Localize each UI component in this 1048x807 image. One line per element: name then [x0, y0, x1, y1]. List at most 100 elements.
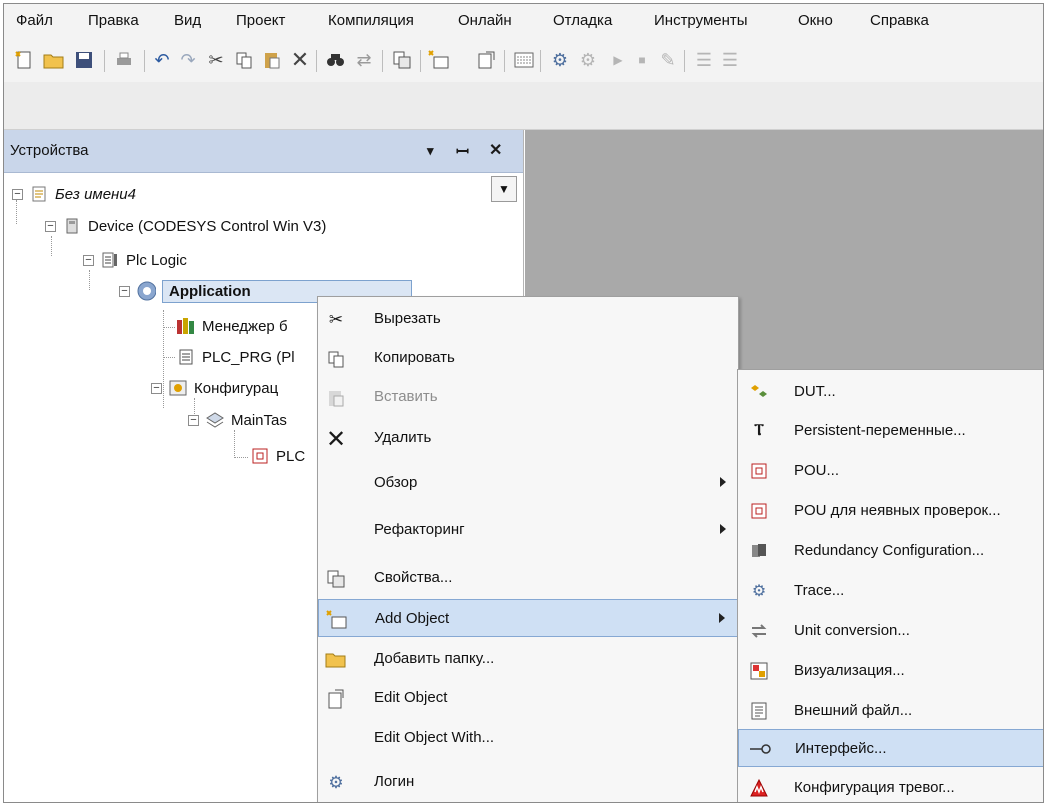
submenu-item-unit-conversion[interactable]: Unit conversion...: [738, 612, 1043, 650]
logout-icon[interactable]: ⚙: [576, 48, 600, 72]
tree-item-label: Менеджер б: [202, 317, 288, 335]
tree-item-label: PLC_PRG (Pl: [202, 348, 295, 366]
menu-view[interactable]: Вид: [174, 12, 201, 29]
menu-item-edit-object[interactable]: Edit Object: [318, 679, 738, 717]
tree-item-device[interactable]: − Device (CODESYS Control Win V3): [45, 213, 326, 239]
menu-edit[interactable]: Правка: [88, 12, 139, 29]
menu-item-delete[interactable]: ✕ Удалить: [318, 419, 738, 457]
stop-icon[interactable]: ■: [630, 48, 654, 72]
collapse-icon[interactable]: −: [45, 220, 56, 232]
toolbar-area: [4, 82, 1043, 130]
external-file-icon: [748, 700, 770, 722]
codesys-window: Файл Правка Вид Проект Компиляция Онлайн…: [3, 3, 1044, 803]
device-icon: [62, 216, 82, 236]
new-file-icon[interactable]: [12, 48, 36, 72]
submenu-item-redundancy[interactable]: Redundancy Configuration...: [738, 532, 1043, 570]
menu-online[interactable]: Онлайн: [458, 12, 512, 29]
submenu-item-external-file[interactable]: Внешний файл...: [738, 692, 1043, 730]
redo-icon[interactable]: ↷: [176, 48, 200, 72]
menu-item-add-folder[interactable]: Добавить папку...: [318, 640, 738, 678]
properties-icon[interactable]: [390, 48, 414, 72]
menu-item-add-object[interactable]: Add Object: [318, 599, 738, 637]
print-icon[interactable]: [112, 48, 136, 72]
collapse-icon[interactable]: −: [83, 254, 94, 266]
plc-logic-icon: [100, 250, 120, 270]
cut-icon[interactable]: ✂: [204, 48, 228, 72]
collapse-icon[interactable]: −: [119, 285, 130, 297]
add-object-submenu: DUT... Ⲧ Persistent-переменные... POU...…: [737, 369, 1043, 802]
delete-icon[interactable]: ✕: [288, 47, 312, 72]
menu-debug[interactable]: Отладка: [553, 12, 612, 29]
tree-item-label: PLC: [276, 447, 306, 465]
uncomment-icon[interactable]: ☰: [718, 48, 742, 72]
login-icon[interactable]: ⚙: [548, 48, 572, 72]
add-object-icon[interactable]: [428, 48, 452, 72]
program-icon: [176, 347, 196, 367]
device-icon[interactable]: [512, 48, 536, 72]
menu-window[interactable]: Окно: [798, 12, 833, 29]
tree-item-main-task[interactable]: − MainTas: [188, 407, 287, 433]
submenu-item-interface[interactable]: Интерфейс...: [738, 729, 1043, 767]
trace-icon: ⚙: [751, 583, 767, 600]
tree-item-project[interactable]: − Без имени4: [12, 181, 136, 207]
task-config-icon: [168, 378, 188, 398]
submenu-item-visualization[interactable]: Визуализация...: [738, 652, 1043, 690]
menu-item-browse[interactable]: Обзор: [318, 464, 738, 502]
panel-dropdown-icon[interactable]: ▾: [427, 143, 434, 159]
menu-item-cut[interactable]: ✂ Вырезать: [318, 300, 738, 338]
pou-checks-icon: [748, 500, 770, 522]
comment-icon[interactable]: ☰: [692, 48, 716, 72]
collapse-icon[interactable]: −: [12, 188, 23, 200]
menu-item-paste[interactable]: Вставить: [318, 378, 738, 416]
submenu-item-pou-checks[interactable]: POU для неявных проверок...: [738, 492, 1043, 530]
panel-close-icon[interactable]: ✕: [489, 140, 502, 160]
submenu-arrow-icon: [719, 613, 725, 623]
collapse-icon[interactable]: −: [151, 382, 162, 394]
menu-item-copy[interactable]: Копировать: [318, 339, 738, 377]
menu-item-properties[interactable]: Свойства...: [318, 559, 738, 597]
paste-icon: [324, 386, 348, 410]
tree-item-plc-prg[interactable]: PLC_PRG (Pl: [176, 344, 295, 370]
collapse-icon[interactable]: −: [188, 414, 199, 426]
paste-icon[interactable]: [260, 48, 284, 72]
toolbar: ↶ ↷ ✂ ✕ ⇄ ⚙ ⚙ ▶ ■ ✎ ☰ ☰: [4, 38, 1043, 82]
add-object-icon: [325, 608, 349, 632]
replace-icon[interactable]: ⇄: [352, 48, 376, 72]
submenu-item-persistent-vars[interactable]: Ⲧ Persistent-переменные...: [738, 412, 1043, 450]
tree-item-label: Device (CODESYS Control Win V3): [88, 217, 327, 235]
start-icon[interactable]: ▶: [606, 48, 630, 72]
menu-help[interactable]: Справка: [870, 12, 929, 29]
find-icon[interactable]: [324, 48, 348, 72]
submenu-item-pou[interactable]: POU...: [738, 452, 1043, 490]
menu-item-refactoring[interactable]: Рефакторинг: [318, 511, 738, 549]
menu-item-edit-object-with[interactable]: Edit Object With...: [318, 719, 738, 757]
tools-icon[interactable]: ✎: [656, 48, 680, 72]
tree-item-task-config[interactable]: − Конфигурац: [151, 375, 278, 401]
panel-title: Устройства: [10, 142, 89, 159]
cut-icon: ✂: [328, 310, 344, 329]
menu-build[interactable]: Компиляция: [328, 12, 414, 29]
copy-icon: [324, 347, 348, 371]
tree-item-library-manager[interactable]: Менеджер б: [176, 313, 288, 339]
submenu-item-dut[interactable]: DUT...: [738, 373, 1043, 411]
submenu-item-trace[interactable]: ⚙ Trace...: [738, 572, 1043, 610]
menu-file[interactable]: Файл: [16, 12, 53, 29]
tree-item-plc-logic[interactable]: − Plc Logic: [83, 247, 187, 273]
menu-project[interactable]: Проект: [236, 12, 285, 29]
project-icon: [29, 184, 49, 204]
tree-item-plc-call[interactable]: PLC: [250, 443, 305, 469]
menu-item-login[interactable]: ⚙ Логин: [318, 763, 738, 801]
application-icon: [136, 281, 156, 301]
copy-icon[interactable]: [232, 48, 256, 72]
panel-pin-icon[interactable]: ꟷ: [456, 140, 469, 162]
undo-icon[interactable]: ↶: [150, 48, 174, 72]
open-folder-icon[interactable]: [42, 48, 66, 72]
menu-tools[interactable]: Инструменты: [654, 12, 748, 29]
edit-object-icon[interactable]: [474, 48, 498, 72]
save-icon[interactable]: [72, 48, 96, 72]
properties-icon: [324, 567, 348, 591]
tree-item-label: Без имени4: [55, 185, 136, 203]
interface-icon: [749, 738, 771, 760]
submenu-item-alarm-config[interactable]: Конфигурация тревог...: [738, 769, 1043, 802]
tree-dropdown-button[interactable]: ▼: [491, 176, 517, 202]
